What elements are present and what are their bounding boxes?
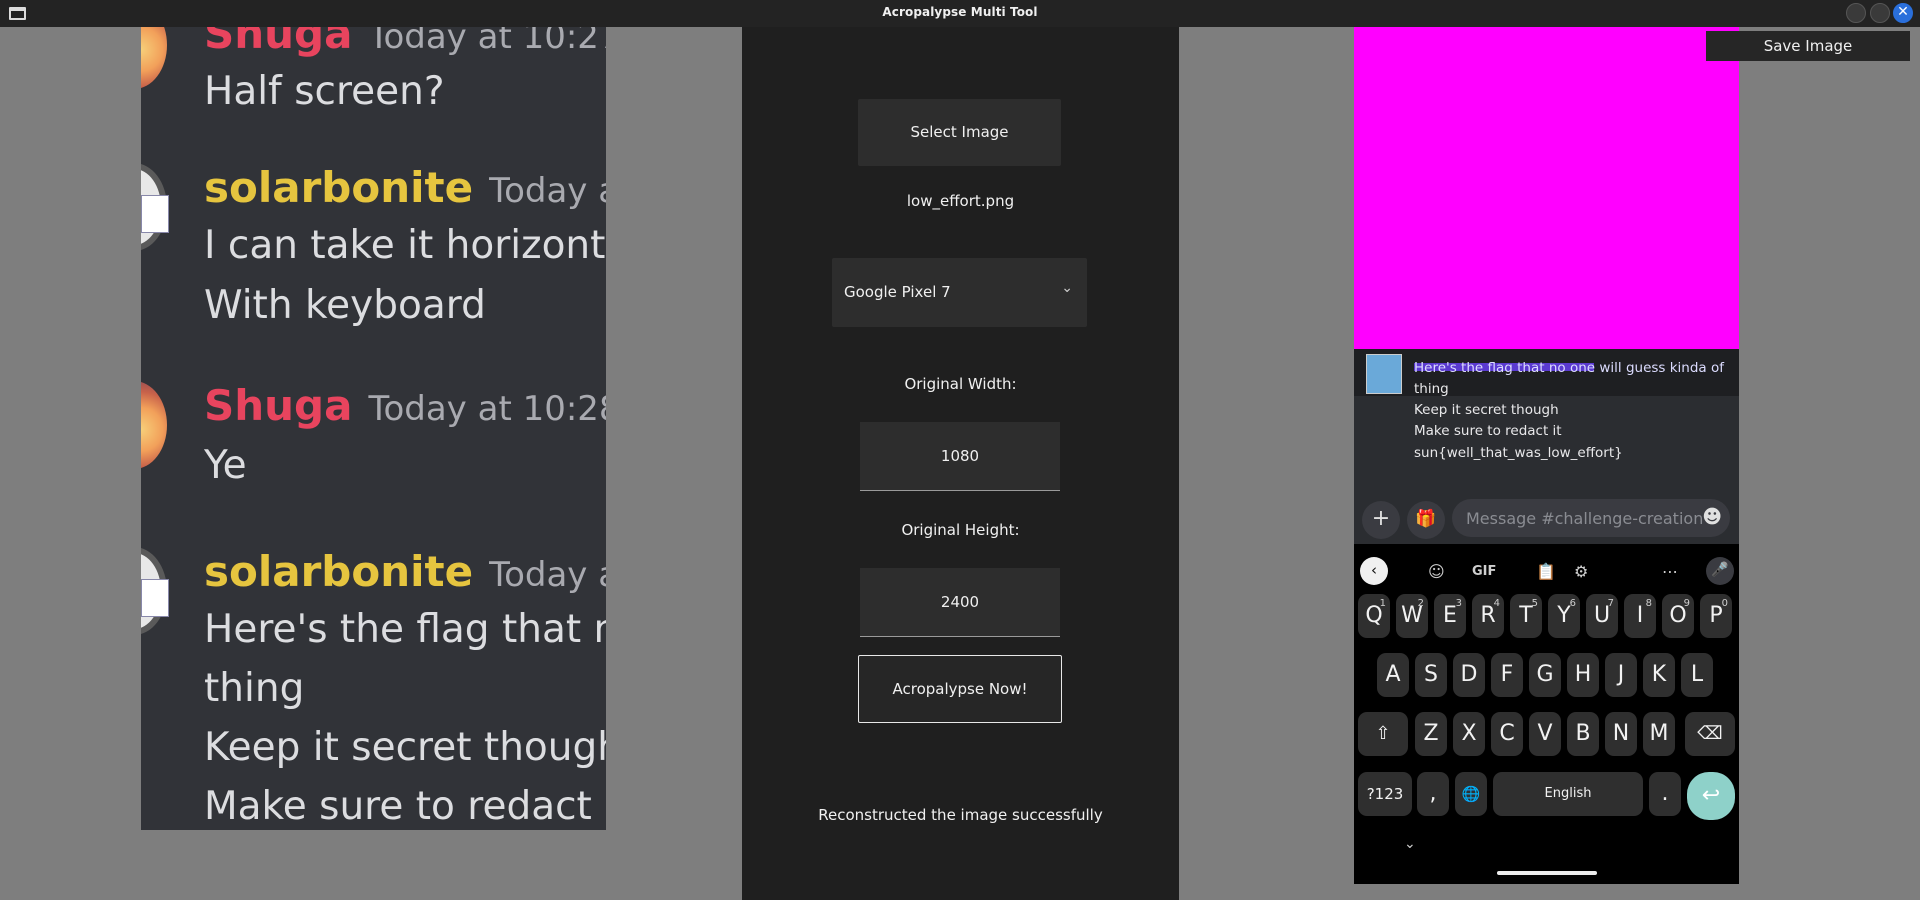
key: L bbox=[1681, 653, 1713, 697]
key: X bbox=[1453, 712, 1485, 756]
key: F bbox=[1491, 653, 1523, 697]
key: V bbox=[1529, 712, 1561, 756]
chat-line: Half screen? bbox=[204, 69, 445, 114]
device-selected-value: Google Pixel 7 bbox=[844, 283, 951, 301]
recovered-line: Here's the flag that no one will guess k… bbox=[1414, 360, 1725, 376]
chat-username: solarbonite bbox=[204, 547, 474, 596]
key: C bbox=[1491, 712, 1523, 756]
key: T5 bbox=[1510, 594, 1542, 638]
title-bar: Acropalypse Multi Tool ✕ bbox=[0, 0, 1920, 27]
chat-username: solarbonite bbox=[204, 163, 474, 212]
original-width-field[interactable]: 1080 bbox=[860, 422, 1060, 491]
plus-icon: + bbox=[1362, 501, 1400, 539]
original-width-label: Original Width: bbox=[904, 375, 1017, 393]
chat-username: Shuga bbox=[204, 381, 353, 430]
avatar bbox=[141, 27, 167, 89]
key: Y6 bbox=[1548, 594, 1580, 638]
microphone-icon: 🎤 bbox=[1706, 557, 1734, 585]
key: W2 bbox=[1396, 594, 1428, 638]
key: G bbox=[1529, 653, 1561, 697]
chat-line: Keep it secret though bbox=[204, 725, 606, 770]
chat-line: I can take it horizontally bbox=[204, 223, 606, 268]
sticker-icon: ☺ bbox=[1428, 562, 1445, 581]
avatar bbox=[141, 547, 169, 635]
comma-key: , bbox=[1417, 772, 1449, 816]
recovered-line: Make sure to redact it bbox=[1414, 423, 1562, 439]
chat-timestamp: Today at 10:28 PM bbox=[489, 555, 606, 595]
key: H bbox=[1567, 653, 1599, 697]
device-dropdown[interactable]: Google Pixel 7 ⌄ bbox=[832, 258, 1087, 327]
recovered-flag-line: sun{well_that_was_low_effort} bbox=[1414, 445, 1623, 461]
reconstructed-image-preview: Here's the flag that no one will guess k… bbox=[1354, 27, 1739, 884]
backspace-icon: ⌫ bbox=[1685, 712, 1735, 756]
original-image-preview: Shuga Today at 10:27 PM Half screen? sola… bbox=[141, 27, 606, 830]
close-icon: ✕ bbox=[1897, 4, 1909, 20]
chevron-down-icon: ⌄ bbox=[1404, 836, 1416, 852]
avatar bbox=[141, 381, 167, 469]
chat-timestamp: Today at 10:28 PM bbox=[368, 389, 606, 429]
original-height-label: Original Height: bbox=[901, 521, 1020, 539]
key: D bbox=[1453, 653, 1485, 697]
enter-icon: ↩ bbox=[1687, 772, 1735, 820]
key: I8 bbox=[1624, 594, 1656, 638]
key: E3 bbox=[1434, 594, 1466, 638]
key: U7 bbox=[1586, 594, 1618, 638]
space-key: English bbox=[1493, 772, 1643, 816]
maximize-button[interactable] bbox=[1870, 3, 1890, 23]
gesture-navbar bbox=[1497, 871, 1597, 875]
chat-line: thing bbox=[204, 666, 305, 711]
key: Z bbox=[1415, 712, 1447, 756]
chat-timestamp: Today at 10:27 PM bbox=[489, 171, 606, 211]
period-key: . bbox=[1649, 772, 1681, 816]
minimize-button[interactable] bbox=[1846, 3, 1866, 23]
original-height-field[interactable]: 2400 bbox=[860, 568, 1060, 637]
acropalypse-now-button[interactable]: Acropalypse Now! bbox=[858, 655, 1062, 723]
onscreen-keyboard: ‹ ☺ GIF 📋 ⚙ ⋯ 🎤 Q1 W2 E3 R4 T5 Y6 U7 I8 … bbox=[1354, 544, 1739, 884]
save-image-button[interactable]: Save Image bbox=[1706, 31, 1910, 61]
shift-icon: ⇧ bbox=[1358, 712, 1408, 756]
close-button[interactable]: ✕ bbox=[1893, 3, 1913, 23]
back-icon: ‹ bbox=[1360, 557, 1388, 585]
message-input: Message #challenge-creation ☻ bbox=[1452, 499, 1730, 537]
symbols-key: ?123 bbox=[1358, 772, 1412, 816]
gift-icon: 🎁 bbox=[1407, 501, 1445, 539]
chat-timestamp: Today at 10:27 PM bbox=[368, 27, 606, 57]
avatar bbox=[1366, 354, 1402, 394]
globe-icon: 🌐 bbox=[1455, 772, 1487, 816]
key: Q1 bbox=[1358, 594, 1390, 638]
chat-line: Ye bbox=[204, 443, 247, 488]
gear-icon: ⚙ bbox=[1574, 562, 1589, 581]
key: R4 bbox=[1472, 594, 1504, 638]
unrecovered-region bbox=[1354, 27, 1739, 349]
key: B bbox=[1567, 712, 1599, 756]
key: S bbox=[1415, 653, 1447, 697]
emoji-icon: ☻ bbox=[1702, 506, 1722, 528]
recovered-line: Keep it secret though bbox=[1414, 402, 1559, 418]
key: A bbox=[1377, 653, 1409, 697]
key: P0 bbox=[1700, 594, 1732, 638]
message-input-row: + 🎁 Message #challenge-creation ☻ bbox=[1354, 497, 1739, 544]
avatar bbox=[141, 163, 169, 251]
selected-filename: low_effort.png bbox=[906, 192, 1015, 210]
recovered-line: thing bbox=[1414, 381, 1449, 397]
key: O9 bbox=[1662, 594, 1694, 638]
chat-line: Here's the flag that no one will guess k… bbox=[204, 607, 606, 652]
chat-line: With keyboard bbox=[204, 283, 486, 328]
key: K bbox=[1643, 653, 1675, 697]
more-icon: ⋯ bbox=[1662, 562, 1678, 581]
select-image-button[interactable]: Select Image bbox=[858, 99, 1061, 166]
chevron-down-icon: ⌄ bbox=[1061, 280, 1073, 296]
clipboard-icon: 📋 bbox=[1536, 562, 1556, 581]
controls-panel: Select Image low_effort.png Google Pixel… bbox=[742, 27, 1179, 900]
status-message: Reconstructed the image successfully bbox=[818, 806, 1103, 824]
key: M bbox=[1643, 712, 1675, 756]
key: J bbox=[1605, 653, 1637, 697]
message-input-placeholder: Message #challenge-creation bbox=[1466, 509, 1704, 528]
window-title: Acropalypse Multi Tool bbox=[882, 5, 1038, 19]
chat-line: Make sure to redact it bbox=[204, 784, 606, 829]
chat-username: Shuga bbox=[204, 27, 353, 58]
gif-icon: GIF bbox=[1472, 564, 1497, 579]
key: N bbox=[1605, 712, 1637, 756]
